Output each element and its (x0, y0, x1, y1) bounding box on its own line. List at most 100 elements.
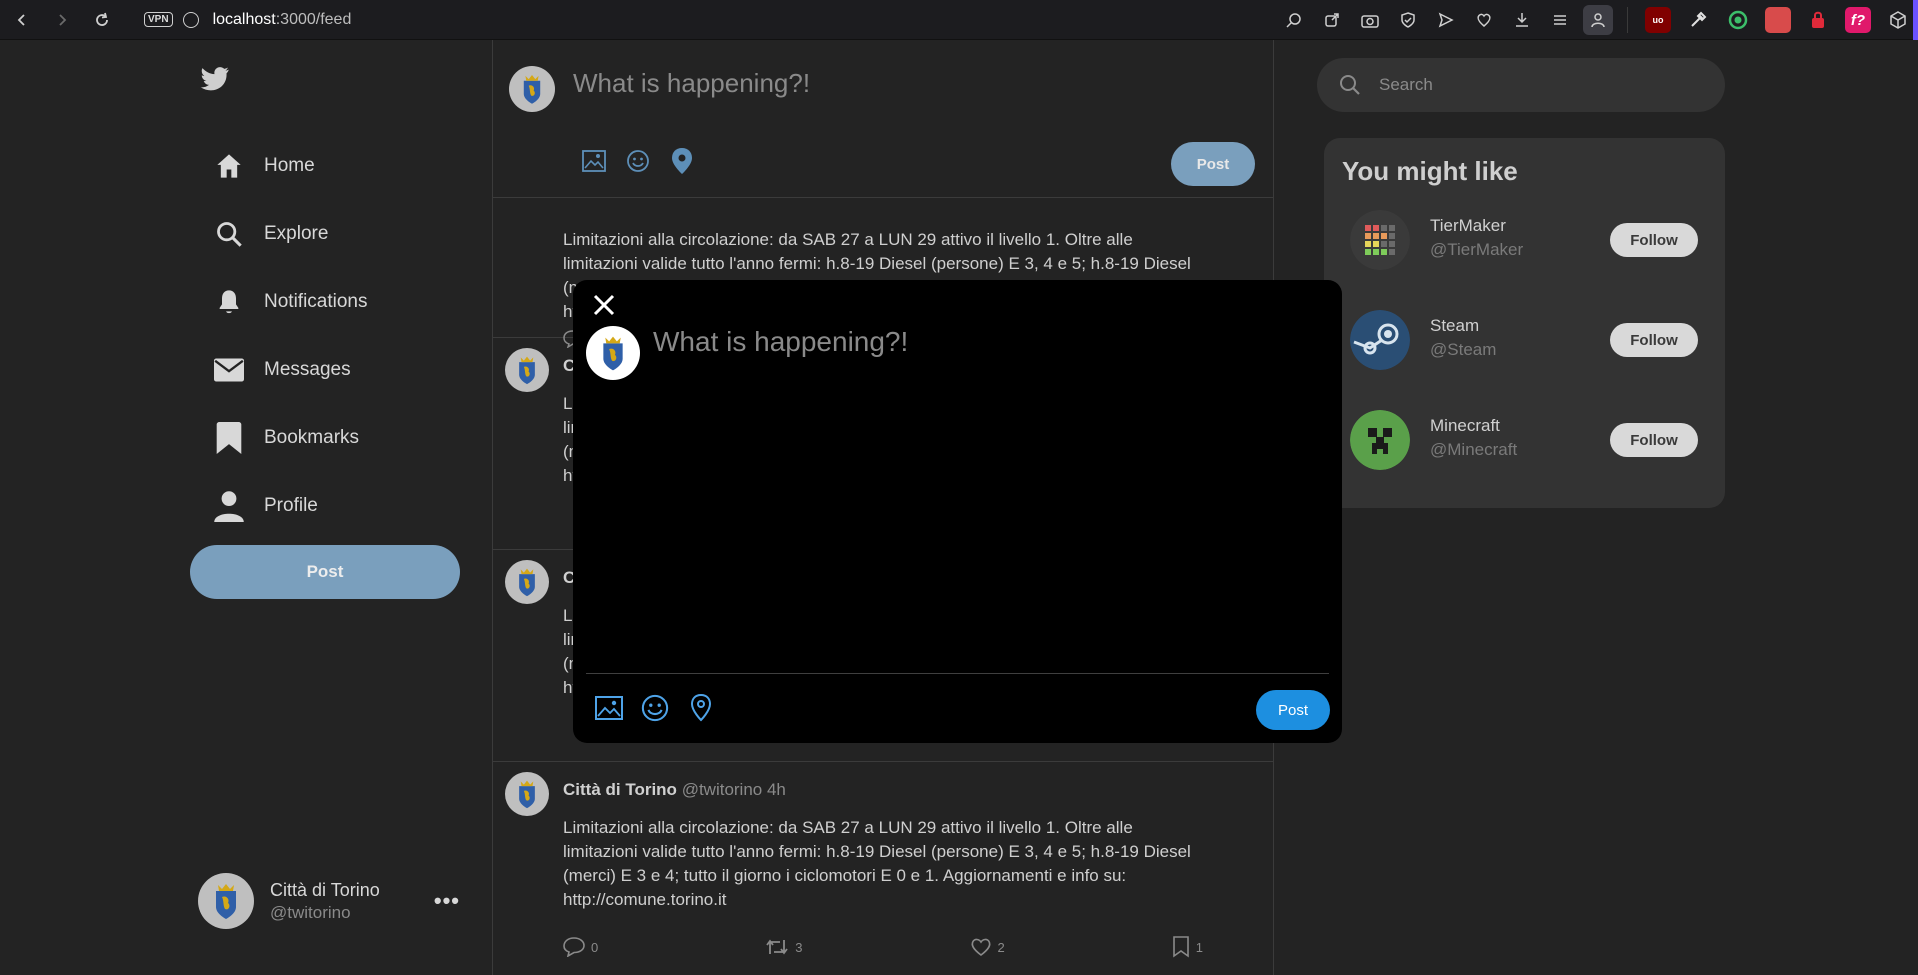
tweet[interactable]: Città di Torino @twitorino 4h Limitazion… (493, 762, 1273, 975)
suggestion-item[interactable]: Minecraft @Minecraft Follow (1350, 410, 1720, 470)
tweet-author-name[interactable]: Città di Torino (563, 780, 677, 799)
panel-title: You might like (1342, 156, 1518, 186)
more-options-icon[interactable]: ••• (434, 888, 460, 914)
camera-icon[interactable] (1351, 0, 1389, 40)
minecraft-avatar (1350, 410, 1410, 470)
reply-button[interactable]: 0 (563, 936, 598, 958)
send-icon[interactable] (1427, 0, 1465, 40)
sidebar-item-label: Profile (264, 495, 318, 516)
retweet-count: 3 (795, 939, 803, 955)
suggestion-item[interactable]: Steam @Steam Follow (1350, 310, 1720, 370)
composer-post-button[interactable]: Post (1171, 142, 1255, 186)
back-icon[interactable] (8, 6, 36, 34)
browser-actions: uo f? (1275, 0, 1918, 40)
avatar (509, 66, 555, 112)
puzzle-extension-icon[interactable] (1765, 7, 1791, 33)
image-icon[interactable] (595, 694, 623, 722)
suggestion-item[interactable]: TierMaker @TierMaker Follow (1350, 210, 1720, 270)
avatar (505, 348, 549, 392)
sidebar-item-profile[interactable]: Profile (212, 484, 318, 528)
url-path: :3000/feed (275, 10, 352, 28)
location-icon[interactable] (687, 694, 715, 722)
toolbar-separator (1627, 7, 1628, 33)
like-count: 2 (997, 939, 1005, 955)
account-switcher[interactable]: Città di Torino @twitorino ••• (198, 873, 460, 929)
image-icon[interactable] (581, 148, 607, 174)
twitter-logo-icon[interactable] (200, 66, 230, 92)
search-page-icon[interactable] (1275, 0, 1313, 40)
bookmark-icon (212, 421, 246, 455)
search-box[interactable] (1317, 58, 1725, 112)
composer-tools (581, 148, 695, 174)
download-icon[interactable] (1503, 0, 1541, 40)
sidebar-item-explore[interactable]: Explore (212, 212, 328, 256)
sidebar-item-home[interactable]: Home (212, 144, 315, 188)
address-bar[interactable]: localhost:3000/feed (213, 11, 352, 29)
eyedropper-extension-icon[interactable] (1685, 7, 1711, 33)
browser-toolbar: VPN localhost:3000/feed uo f? (0, 0, 1918, 40)
profile-icon[interactable] (1583, 5, 1613, 35)
heart-icon[interactable] (1465, 0, 1503, 40)
share-icon[interactable] (1313, 0, 1351, 40)
modal-compose-input[interactable]: What is happening?! (653, 326, 908, 358)
search-input[interactable] (1379, 75, 1699, 95)
close-icon[interactable] (589, 290, 619, 320)
tweet-actions: 0 3 2 1 (563, 936, 1203, 958)
suggestion-name: Minecraft (1430, 416, 1500, 435)
suggestion-handle: @Minecraft (1430, 440, 1518, 459)
avatar (198, 873, 254, 929)
reply-count: 0 (591, 939, 599, 955)
composer-input[interactable]: What is happening?! (573, 68, 810, 99)
sidebar-item-notifications[interactable]: Notifications (212, 280, 368, 324)
emoji-icon[interactable] (625, 148, 651, 174)
location-icon[interactable] (669, 148, 695, 174)
you-might-like-panel: You might like TierMaker @TierMaker Foll… (1324, 138, 1725, 508)
suggestion-handle: @TierMaker (1430, 240, 1524, 259)
shield-icon[interactable] (1389, 0, 1427, 40)
sidebar: Home Explore Notifications Messages Book… (0, 40, 492, 975)
ublock-extension-icon[interactable]: uo (1645, 7, 1671, 33)
retweet-button[interactable]: 3 (765, 936, 802, 958)
account-name: Città di Torino (270, 879, 380, 900)
globe-icon (182, 11, 199, 28)
avatar (505, 772, 549, 816)
bookmark-icon (1172, 936, 1189, 958)
modal-divider (586, 673, 1329, 674)
cube-extension-icon[interactable] (1885, 7, 1911, 33)
suggestion-name: Steam (1430, 316, 1480, 335)
vpn-badge[interactable]: VPN (144, 12, 173, 27)
suggestion-handle: @Steam (1430, 340, 1497, 359)
menu-list-icon[interactable] (1541, 0, 1579, 40)
sidebar-item-label: Messages (264, 359, 351, 380)
lock-extension-icon[interactable] (1805, 7, 1831, 33)
bookmark-button[interactable]: 1 (1172, 936, 1203, 958)
follow-button[interactable]: Follow (1610, 223, 1698, 257)
user-icon (212, 489, 246, 523)
url-host: localhost (212, 10, 276, 28)
follow-button[interactable]: Follow (1610, 423, 1698, 457)
sidebar-post-button[interactable]: Post (190, 545, 460, 599)
sidebar-item-bookmarks[interactable]: Bookmarks (212, 416, 359, 460)
like-button[interactable]: 2 (970, 936, 1005, 958)
bookmark-count: 1 (1195, 939, 1203, 955)
modal-post-button[interactable]: Post (1256, 690, 1330, 730)
sidebar-item-label: Home (264, 155, 315, 176)
forward-icon[interactable] (48, 6, 76, 34)
reload-icon[interactable] (88, 6, 116, 34)
follow-button[interactable]: Follow (1610, 323, 1698, 357)
reply-icon (563, 937, 585, 957)
search-icon (1340, 75, 1360, 95)
target-extension-icon[interactable] (1725, 7, 1751, 33)
tweet-body: Limitazioni alla circolazione: da SAB 27… (563, 818, 1191, 909)
sidebar-item-messages[interactable]: Messages (212, 348, 351, 392)
bell-icon (212, 285, 246, 319)
font-extension-icon[interactable]: f? (1845, 7, 1871, 33)
sidebar-item-label: Bookmarks (264, 427, 360, 448)
account-handle: @twitorino (270, 902, 351, 922)
scroll-indicator (1913, 0, 1918, 40)
steam-avatar (1350, 310, 1410, 370)
emoji-icon[interactable] (641, 694, 669, 722)
suggestion-name: TierMaker (1430, 216, 1506, 235)
heart-icon (970, 938, 991, 957)
tweet-meta: @twitorino 4h (681, 780, 786, 799)
